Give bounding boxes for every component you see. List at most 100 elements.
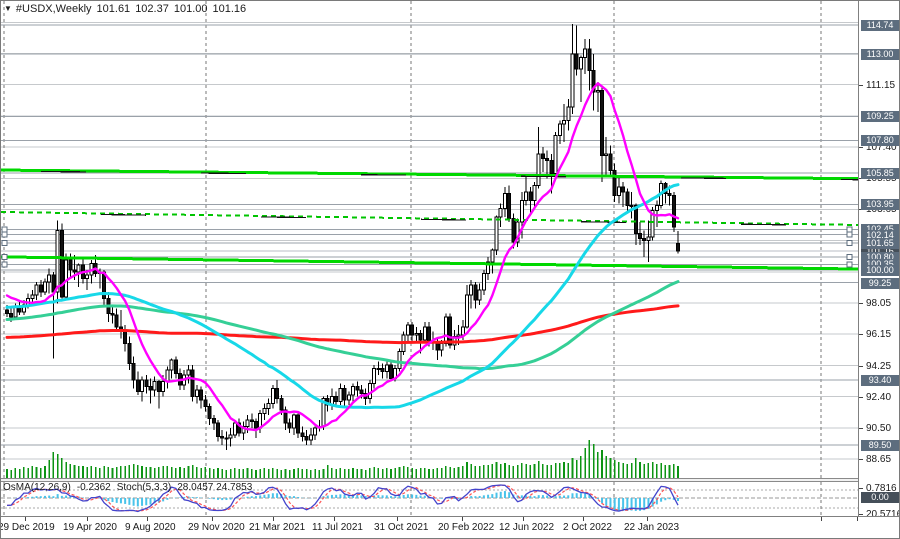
- level-handle[interactable]: [2, 254, 7, 259]
- candle: [52, 275, 55, 292]
- price-level-label: 113.00: [861, 49, 899, 60]
- candle: [225, 438, 228, 439]
- candle: [301, 433, 304, 436]
- level-handle[interactable]: [847, 232, 852, 237]
- candle: [373, 368, 376, 383]
- candle: [541, 154, 544, 159]
- candle: [10, 313, 13, 316]
- candle: [309, 435, 312, 440]
- candle: [115, 315, 118, 327]
- candle: [6, 310, 9, 313]
- candles[interactable]: [6, 24, 680, 450]
- date-tick-mark: [462, 517, 463, 521]
- date-label: 31 Oct 2021: [374, 522, 428, 533]
- candle: [411, 325, 414, 335]
- candle: [314, 428, 317, 435]
- price-level-label: 100.00: [861, 265, 899, 276]
- date-tick-mark: [647, 517, 648, 521]
- candle: [124, 330, 127, 343]
- price-tick-label: 98.05: [866, 298, 891, 309]
- candle: [267, 403, 270, 408]
- candle: [111, 313, 114, 315]
- candle: [558, 124, 561, 136]
- green-trendline[interactable]: [1, 170, 858, 179]
- candle: [204, 400, 207, 407]
- level-handle[interactable]: [847, 254, 852, 259]
- candle: [508, 194, 511, 219]
- level-handle[interactable]: [847, 227, 852, 232]
- quote-close: 101.16: [213, 3, 247, 15]
- price-axis[interactable]: 111.15107.40105.55103.6598.0596.1594.259…: [858, 1, 900, 516]
- candle: [465, 295, 468, 327]
- candle: [352, 387, 355, 395]
- level-handle[interactable]: [2, 227, 7, 232]
- level-handle[interactable]: [2, 240, 7, 245]
- date-tick-mark: [87, 517, 88, 521]
- candle: [128, 343, 131, 363]
- candle: [390, 365, 393, 378]
- candle: [655, 205, 658, 210]
- date-tick-mark: [523, 517, 524, 521]
- candle: [254, 422, 257, 429]
- candle: [250, 420, 253, 422]
- candle: [141, 380, 144, 392]
- candle: [195, 390, 198, 397]
- price-tick-mark: [859, 428, 863, 429]
- candle: [415, 333, 418, 335]
- price-chart-canvas[interactable]: [1, 1, 858, 479]
- candle: [174, 360, 177, 373]
- main-chart-pane[interactable]: ▼#USDX,Weekly101.61102.37101.00101.16: [1, 1, 858, 479]
- candle: [136, 380, 139, 392]
- price-tick-label: 96.15: [866, 329, 891, 340]
- candle: [491, 250, 494, 262]
- price-tick-label: 94.25: [866, 361, 891, 372]
- candle: [162, 382, 165, 392]
- date-label: 29 Dec 2019: [0, 522, 55, 533]
- price-level-label: 101.65: [861, 238, 899, 249]
- level-handle[interactable]: [2, 262, 7, 267]
- quote-line: ▼#USDX,Weekly101.61102.37101.00101.16: [4, 3, 251, 15]
- level-handle[interactable]: [847, 240, 852, 245]
- date-label: 11 Jul 2021: [312, 522, 363, 533]
- candle: [676, 243, 679, 250]
- date-label: 2 Oct 2022: [563, 522, 612, 533]
- price-tick-mark: [859, 303, 863, 304]
- time-axis[interactable]: 29 Dec 201919 Apr 20209 Aug 202029 Nov 2…: [1, 516, 900, 539]
- chart-window: ▼#USDX,Weekly101.61102.37101.00101.16 Os…: [0, 0, 900, 539]
- candle: [444, 317, 447, 344]
- date-label: 22 Jan 2023: [624, 522, 679, 533]
- candle: [672, 195, 675, 227]
- symbol-timeframe: #USDX,Weekly: [16, 3, 92, 15]
- candle: [550, 160, 553, 173]
- candle: [567, 107, 570, 120]
- date-label: 20 Feb 2022: [438, 522, 494, 533]
- level-handle[interactable]: [847, 262, 852, 267]
- candle: [546, 159, 549, 161]
- candle: [478, 290, 481, 300]
- symbol-dropdown-icon[interactable]: ▼: [4, 4, 12, 13]
- candle: [132, 363, 135, 380]
- price-tick-mark: [859, 85, 863, 86]
- candle: [525, 192, 528, 200]
- candle: [630, 205, 633, 206]
- price-tick-mark: [859, 334, 863, 335]
- price-tick-label: 92.40: [866, 392, 891, 403]
- date-tick-mark: [212, 517, 213, 521]
- date-label: 19 Apr 2020: [63, 522, 117, 533]
- green-trendline[interactable]: [1, 212, 858, 225]
- price-tick-label: 90.50: [866, 423, 891, 434]
- level-handle[interactable]: [2, 232, 7, 237]
- date-tick-mark: [147, 517, 148, 521]
- green-trendline[interactable]: [1, 257, 858, 269]
- candle: [584, 49, 587, 57]
- candle: [529, 192, 532, 200]
- candle: [495, 217, 498, 250]
- date-label: 12 Jun 2022: [499, 522, 554, 533]
- candle: [246, 420, 249, 427]
- candle: [69, 260, 72, 270]
- candle: [368, 383, 371, 398]
- candle: [347, 395, 350, 400]
- candle: [617, 187, 620, 195]
- price-level-label: 93.40: [861, 375, 899, 386]
- indicator-pane[interactable]: OsMA(12,26,9)-0.2362Stoch(5,3,3)28.0457 …: [1, 482, 858, 516]
